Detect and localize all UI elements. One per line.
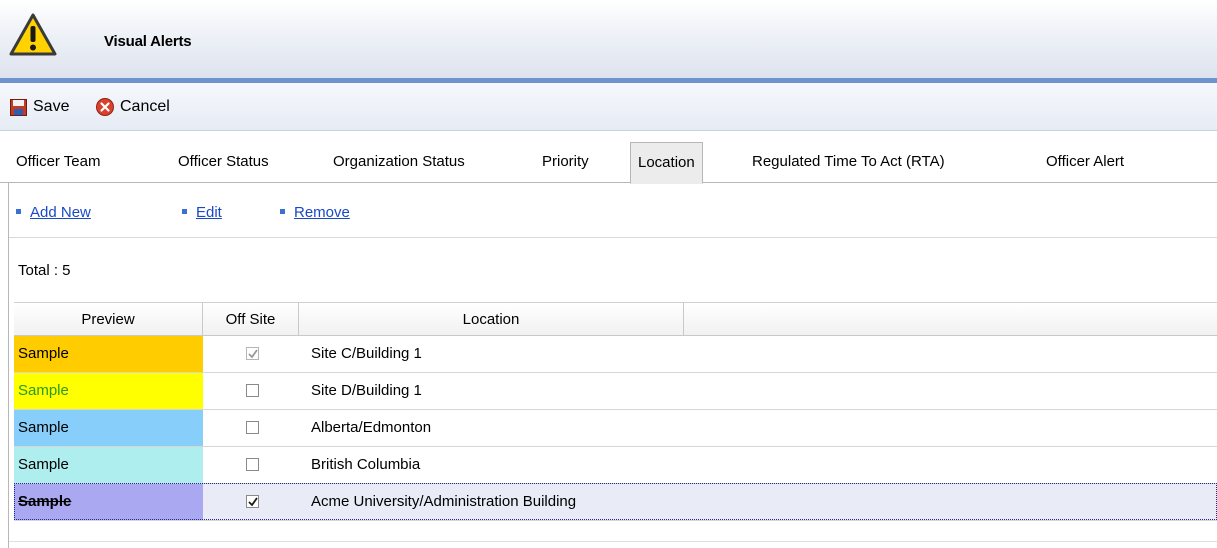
off-site-checkbox[interactable] [246,421,259,434]
off-site-cell [203,336,299,372]
save-label: Save [33,98,70,115]
location-cell: British Columbia [311,456,421,473]
bullet-icon [280,208,285,214]
total-count: Total : 5 [18,262,71,279]
toolbar: Save Cancel [0,83,1217,131]
off-site-checkbox[interactable] [246,495,259,508]
cancel-circle-icon [96,98,114,116]
tab-organization-status[interactable]: Organization Status [333,140,465,183]
off-site-checkbox[interactable] [246,384,259,397]
off-site-cell [203,410,299,446]
title-bar: Visual Alerts [0,0,1217,78]
table-row[interactable]: Sample Acme University/Administration Bui… [14,483,1217,521]
table-row[interactable]: Sample British Columbia [14,447,1217,484]
remove-label: Remove [294,204,350,221]
off-site-cell [203,484,299,520]
table-row[interactable]: Sample Site D/Building 1 [14,373,1217,410]
tab-officer-alert[interactable]: Officer Alert [1046,140,1124,183]
bullet-icon [16,208,21,214]
preview-cell: Sample [14,484,203,520]
cancel-label: Cancel [120,98,170,115]
tab-officer-status[interactable]: Officer Status [178,140,269,183]
grid-header: Preview Off Site Location [14,302,1217,336]
add-new-link[interactable]: Add New [16,204,91,221]
preview-cell: Sample [14,410,203,446]
tab-location[interactable]: Location [630,142,703,184]
location-cell: Site C/Building 1 [311,345,422,362]
off-site-checkbox[interactable] [246,347,259,360]
window-title: Visual Alerts [104,33,192,50]
cancel-button[interactable]: Cancel [96,98,170,116]
divider [9,541,1217,542]
tab-regulated-time-to-act[interactable]: Regulated Time To Act (RTA) [752,140,945,183]
bullet-icon [182,208,187,214]
off-site-cell [203,447,299,483]
locations-grid: Preview Off Site Location Sample Site C/B… [14,302,1217,528]
location-cell: Alberta/Edmonton [311,419,432,436]
table-row[interactable]: Sample Alberta/Edmonton [14,410,1217,447]
column-header-off-site[interactable]: Off Site [203,303,299,336]
remove-link[interactable]: Remove [280,204,350,221]
column-header-preview[interactable]: Preview [14,303,203,336]
preview-cell: Sample [14,373,203,409]
warning-triangle-icon [9,13,57,56]
edit-link[interactable]: Edit [182,204,222,221]
edit-label: Edit [196,204,222,221]
tab-officer-team[interactable]: Officer Team [16,140,100,183]
column-header-location[interactable]: Location [299,303,684,336]
tab-priority[interactable]: Priority [542,140,589,183]
preview-cell: Sample [14,336,203,372]
save-button[interactable]: Save [10,98,69,116]
location-cell: Acme University/Administration Building [311,493,577,510]
floppy-disk-icon [10,98,27,116]
off-site-cell [203,373,299,409]
preview-cell: Sample [14,447,203,483]
add-new-label: Add New [30,204,91,221]
table-row[interactable]: Sample Site C/Building 1 [14,336,1217,373]
off-site-checkbox[interactable] [246,458,259,471]
divider [9,237,1217,238]
location-cell: Site D/Building 1 [311,382,422,399]
tab-strip: Officer Team Officer Status Organization… [0,140,1217,184]
